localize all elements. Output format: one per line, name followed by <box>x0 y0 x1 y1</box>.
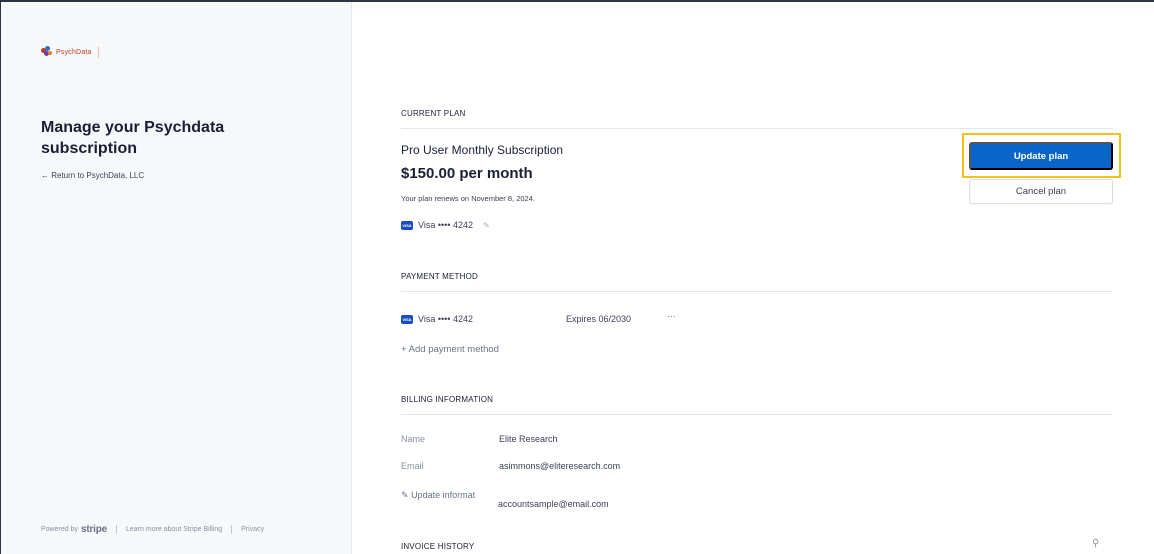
logo-text: PsychData <box>56 48 92 56</box>
stripe-logo[interactable]: stripe <box>81 524 107 535</box>
sidebar: PsychData Manage your Psychdata subscrip… <box>0 2 352 554</box>
page-title: Manage your Psychdata subscription <box>41 119 225 157</box>
update-plan-button[interactable]: Update plan <box>969 142 1113 170</box>
sidebar-footer: Powered by stripe Learn more about Strip… <box>41 524 264 535</box>
plan-price: $150.00 per month <box>401 165 533 182</box>
learn-more-link[interactable]: Learn more about Stripe Billing <box>126 526 222 533</box>
logo-divider <box>97 46 99 58</box>
footer-divider <box>116 525 118 534</box>
plan-card-row: VISA Visa •••• 4242 ✎ <box>401 220 490 230</box>
search-icon[interactable]: ⚲ <box>1092 538 1099 549</box>
edit-card-icon[interactable]: ✎ <box>483 221 490 230</box>
email-label: Email <box>401 461 424 471</box>
invoice-history-heading: INVOICE HISTORY <box>401 542 475 551</box>
visa-card-icon: VISA <box>401 314 413 324</box>
current-plan-heading: CURRENT PLAN <box>401 109 1113 129</box>
update-information-label: Update informat <box>411 490 476 500</box>
update-information-link[interactable]: ✎ Update informat <box>401 490 475 501</box>
payment-card-row: VISA Visa •••• 4242 <box>401 314 473 324</box>
email-value: asimmons@eliteresearch.com <box>499 461 621 471</box>
payment-card-label: Visa •••• 4242 <box>418 314 473 324</box>
add-payment-method-link[interactable]: + Add payment method <box>401 344 499 355</box>
footer-divider <box>231 525 233 534</box>
name-label: Name <box>401 434 426 444</box>
powered-by-text: Powered by <box>41 526 78 533</box>
more-options-icon[interactable]: ··· <box>667 311 676 321</box>
edit-icon: ✎ <box>401 490 409 500</box>
billing-information-heading: BILLING INFORMATION <box>401 395 1113 415</box>
payment-method-heading: PAYMENT METHOD <box>401 272 1113 292</box>
plan-card-label: Visa •••• 4242 <box>418 220 473 230</box>
return-link[interactable]: ← Return to PsychData, LLC <box>41 171 144 180</box>
name-value: Elite Research <box>499 434 558 444</box>
renewal-text: Your plan renews on November 8, 2024. <box>401 194 535 203</box>
psychdata-logo[interactable]: PsychData <box>41 46 99 58</box>
card-expiry: Expires 06/2030 <box>566 314 632 324</box>
privacy-link[interactable]: Privacy <box>241 526 264 533</box>
cancel-plan-button[interactable]: Cancel plan <box>969 179 1113 204</box>
plan-name: Pro User Monthly Subscription <box>401 143 564 157</box>
autofill-suggestion[interactable]: accountsample@email.com <box>496 499 609 509</box>
logo-mark-icon <box>41 46 53 58</box>
visa-card-icon: VISA <box>401 220 413 230</box>
